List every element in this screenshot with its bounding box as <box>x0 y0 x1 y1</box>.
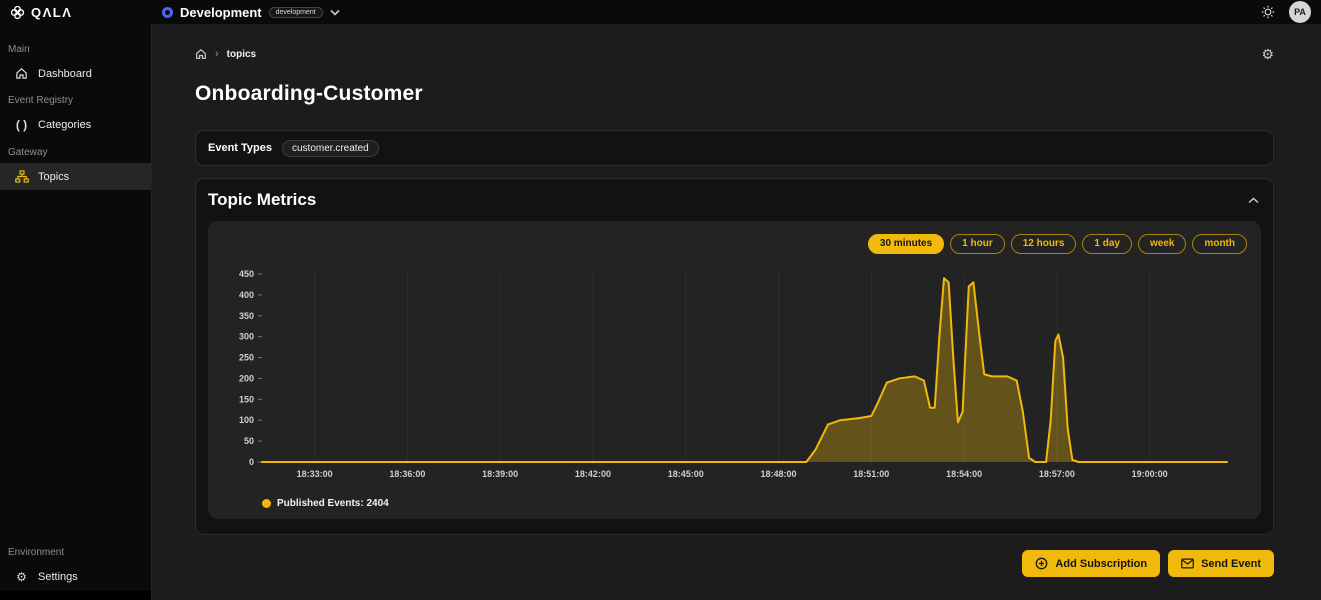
main-content: › topics ⚙ Onboarding-Customer Event Typ… <box>152 24 1321 600</box>
svg-text:450: 450 <box>239 269 254 279</box>
code-icon: ( ) <box>15 118 28 132</box>
svg-text:18:39:00: 18:39:00 <box>482 469 518 479</box>
send-event-button[interactable]: Send Event <box>1168 550 1274 577</box>
svg-text:18:36:00: 18:36:00 <box>389 469 425 479</box>
svg-text:100: 100 <box>239 415 254 425</box>
svg-text:18:48:00: 18:48:00 <box>761 469 797 479</box>
sidebar-section-event-registry: Event Registry <box>8 95 74 106</box>
home-icon <box>14 67 29 80</box>
svg-text:300: 300 <box>239 332 254 342</box>
add-subscription-label: Add Subscription <box>1055 557 1148 570</box>
breadcrumb-separator: › <box>215 48 219 60</box>
metrics-title: Topic Metrics <box>208 190 317 209</box>
svg-text:19:00:00: 19:00:00 <box>1132 469 1168 479</box>
range-week-button[interactable]: week <box>1137 234 1187 254</box>
legend-label: Published Events: 2404 <box>277 498 389 509</box>
envelope-icon <box>1181 558 1194 569</box>
svg-text:200: 200 <box>239 373 254 383</box>
event-type-chip[interactable]: customer.created <box>282 139 379 157</box>
sidebar-item-categories[interactable]: ( ) Categories <box>0 111 151 139</box>
sidebar-item-label: Settings <box>38 571 78 583</box>
topbar: QΛLΛ Development development PA <box>0 0 1321 24</box>
time-range-selector: 30 minutes 1 hour 12 hours 1 day week mo… <box>222 234 1247 254</box>
sidebar-item-label: Categories <box>38 119 92 131</box>
chart-legend: Published Events: 2404 <box>262 498 1247 509</box>
chevron-up-collapse-icon[interactable] <box>1246 195 1261 206</box>
sidebar-item-dashboard[interactable]: Dashboard <box>0 60 151 87</box>
event-types-label: Event Types <box>208 142 272 154</box>
app-logo[interactable]: QΛLΛ <box>0 5 152 20</box>
sidebar-section-gateway: Gateway <box>8 147 48 158</box>
user-avatar[interactable]: PA <box>1289 1 1311 23</box>
gear-icon: ⚙ <box>16 570 27 584</box>
environment-badge: development <box>268 6 323 18</box>
svg-text:18:54:00: 18:54:00 <box>946 469 982 479</box>
svg-text:0: 0 <box>249 457 254 467</box>
topics-icon <box>14 170 29 183</box>
svg-text:350: 350 <box>239 311 254 321</box>
send-event-label: Send Event <box>1201 557 1261 570</box>
svg-text:50: 50 <box>244 436 254 446</box>
environment-status-icon <box>162 6 173 18</box>
published-events-chart: 18:33:00 18:36:00 18:39:00 18:42:00 18:45:00… <box>239 269 1228 479</box>
environment-name: Development <box>180 4 262 20</box>
theme-toggle-sun-icon[interactable] <box>1261 5 1275 19</box>
sidebar-item-settings[interactable]: ⚙ Settings <box>0 563 151 591</box>
legend-dot-icon <box>262 499 271 508</box>
svg-text:18:45:00: 18:45:00 <box>668 469 704 479</box>
svg-text:18:51:00: 18:51:00 <box>853 469 889 479</box>
sidebar-item-label: Dashboard <box>38 67 92 80</box>
sidebar-footer-strip <box>0 591 151 600</box>
svg-text:400: 400 <box>239 290 254 300</box>
svg-text:150: 150 <box>239 394 254 404</box>
topic-metrics-card: Topic Metrics 30 minutes 1 hour 12 hours… <box>195 178 1274 535</box>
range-12-hours-button[interactable]: 12 hours <box>1010 234 1077 254</box>
breadcrumb-current[interactable]: topics <box>227 49 256 60</box>
range-1-day-button[interactable]: 1 day <box>1082 234 1132 254</box>
page-actions: Add Subscription Send Event <box>195 550 1274 577</box>
svg-text:18:42:00: 18:42:00 <box>575 469 611 479</box>
svg-text:18:57:00: 18:57:00 <box>1039 469 1075 479</box>
range-1-hour-button[interactable]: 1 hour <box>950 234 1005 254</box>
event-types-card: Event Types customer.created <box>195 130 1274 166</box>
sidebar-section-environment: Environment <box>8 547 65 558</box>
page-settings-gear-icon[interactable]: ⚙ <box>1261 47 1274 61</box>
range-30-minutes-button[interactable]: 30 minutes <box>867 234 945 254</box>
plus-circle-icon <box>1035 557 1048 570</box>
chevron-down-icon <box>330 9 340 16</box>
page-title: Onboarding-Customer <box>195 82 423 105</box>
sidebar-item-topics[interactable]: Topics <box>0 163 151 190</box>
add-subscription-button[interactable]: Add Subscription <box>1022 550 1161 577</box>
sidebar-item-label: Topics <box>38 170 70 183</box>
svg-text:250: 250 <box>239 353 254 363</box>
metrics-chart-panel: 30 minutes 1 hour 12 hours 1 day week mo… <box>208 221 1261 519</box>
logo-text: QΛLΛ <box>31 4 73 20</box>
environment-switcher[interactable]: Development development <box>162 5 340 20</box>
sidebar: Main Dashboard Event Registry ( ) Catego… <box>0 24 152 600</box>
svg-text:18:33:00: 18:33:00 <box>297 469 333 479</box>
range-month-button[interactable]: month <box>1192 234 1247 254</box>
breadcrumb-home-icon[interactable] <box>195 48 207 60</box>
knot-logo-icon <box>10 5 25 20</box>
sidebar-section-main: Main <box>8 44 30 55</box>
breadcrumb: › topics ⚙ <box>195 46 1274 62</box>
